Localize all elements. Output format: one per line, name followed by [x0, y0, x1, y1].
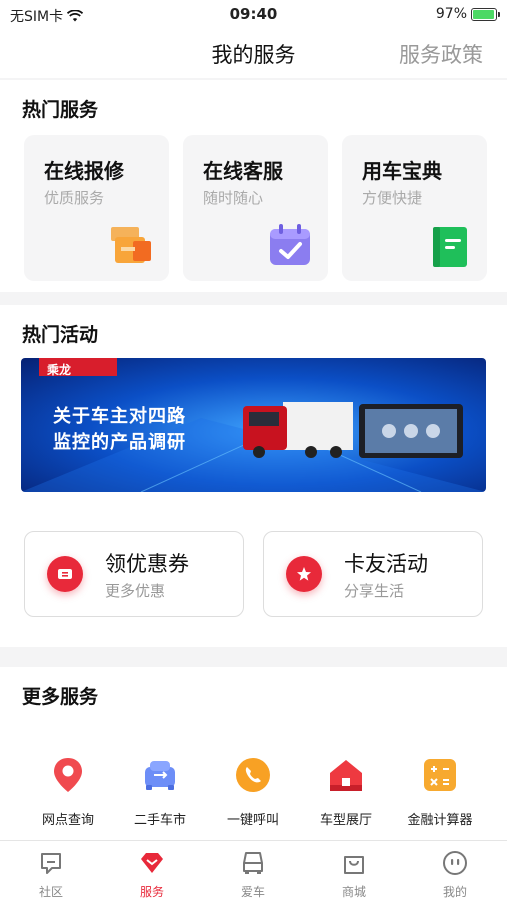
card-subtitle: 随时随心 [203, 189, 264, 207]
tab-label: 爱车 [240, 885, 265, 899]
hot-services-title: 热门服务 [22, 99, 99, 121]
chat-icon [41, 853, 61, 874]
shopping-bag-icon [344, 856, 364, 874]
card-subtitle: 更多优惠 [105, 582, 166, 600]
truck-icon [243, 852, 263, 874]
status-bar: 无SIM卡 09:40 97% [0, 0, 507, 30]
one-click-call-item[interactable]: 一键呼叫 [208, 755, 298, 828]
showroom-item[interactable]: 车型展厅 [301, 755, 391, 828]
used-car-item[interactable]: 二手车市 [115, 755, 205, 828]
online-repair-card[interactable]: 在线报修 优质服务 [24, 135, 169, 281]
battery-fill [473, 9, 495, 19]
heart-diamond-icon [141, 853, 163, 873]
car-manual-card[interactable]: 用车宝典 方便快捷 [342, 135, 487, 281]
location-pin-icon [54, 758, 82, 792]
truck-image [243, 402, 353, 458]
card-title: 在线客服 [203, 159, 283, 183]
battery-percent: 97% [435, 6, 467, 22]
tab-label: 社区 [38, 885, 63, 899]
used-car-icon [145, 761, 175, 790]
more-services-section: 更多服务 网点查询 二手车市 一键呼叫 车型展厅 金融计算器 [0, 667, 507, 840]
banner-brand: 乘龙 [47, 363, 72, 377]
card-title: 在线报修 [44, 159, 124, 183]
banner-line-1: 关于车主对四路 [53, 406, 186, 427]
tab-community[interactable]: 社区 [11, 849, 91, 900]
battery-icon [471, 7, 500, 21]
more-services-title: 更多服务 [22, 686, 99, 708]
star-icon [286, 556, 322, 592]
face-icon [443, 851, 467, 875]
tab-label: 我的 [442, 885, 467, 899]
monitor-image [359, 404, 463, 458]
hot-services-section: 热门服务 在线报修 优质服务 在线客服 随时随心 用车宝典 方便快捷 [0, 80, 507, 292]
calendar-check-icon [270, 224, 310, 265]
card-title: 用车宝典 [362, 159, 442, 183]
driver-activity-card[interactable]: 卡友活动 分享生活 [263, 531, 483, 617]
toolbox-icon [111, 227, 151, 263]
item-label: 一键呼叫 [226, 813, 279, 828]
online-support-card[interactable]: 在线客服 随时随心 [183, 135, 328, 281]
tab-mall[interactable]: 商城 [314, 849, 394, 900]
tab-label: 服务 [139, 885, 164, 899]
item-label: 二手车市 [133, 813, 186, 828]
banner-line-2: 监控的产品调研 [53, 432, 186, 453]
activity-banner[interactable]: 乘龙 关于车主对四路 监控的产品调研 [21, 358, 486, 492]
card-subtitle: 分享生活 [344, 582, 405, 600]
status-right: 97% [435, 6, 500, 22]
phone-icon [236, 758, 270, 792]
coupon-icon [47, 556, 83, 592]
tab-bar: 社区 服务 爱车 商城 我的 [0, 840, 507, 900]
finance-calculator-item[interactable]: 金融计算器 [395, 755, 485, 828]
item-label: 金融计算器 [407, 813, 473, 828]
green-book-icon [433, 227, 467, 267]
tab-profile[interactable]: 我的 [415, 849, 495, 900]
status-time: 09:40 [229, 5, 278, 23]
tab-service[interactable]: 服务 [112, 849, 192, 900]
card-subtitle: 方便快捷 [362, 189, 423, 207]
card-title: 卡友活动 [344, 552, 428, 576]
service-policy-link[interactable]: 服务政策 [399, 39, 483, 69]
card-subtitle: 优质服务 [44, 189, 105, 207]
calculator-icon [424, 759, 456, 791]
showroom-icon [330, 760, 362, 791]
hot-activities-title: 热门活动 [22, 324, 99, 346]
item-label: 车型展厅 [319, 813, 372, 828]
nav-bar: 我的服务 服务政策 [0, 30, 507, 78]
outlet-search-item[interactable]: 网点查询 [23, 755, 113, 828]
get-coupon-card[interactable]: 领优惠券 更多优惠 [24, 531, 244, 617]
hot-activities-section: 热门活动 乘龙 关于车主对四路 监控的产品调研 领优惠券 更多优惠 卡友活动 分… [0, 305, 507, 647]
tab-my-car[interactable]: 爱车 [213, 849, 293, 900]
item-label: 网点查询 [41, 813, 94, 828]
card-title: 领优惠券 [105, 552, 189, 576]
tab-label: 商城 [341, 885, 366, 899]
